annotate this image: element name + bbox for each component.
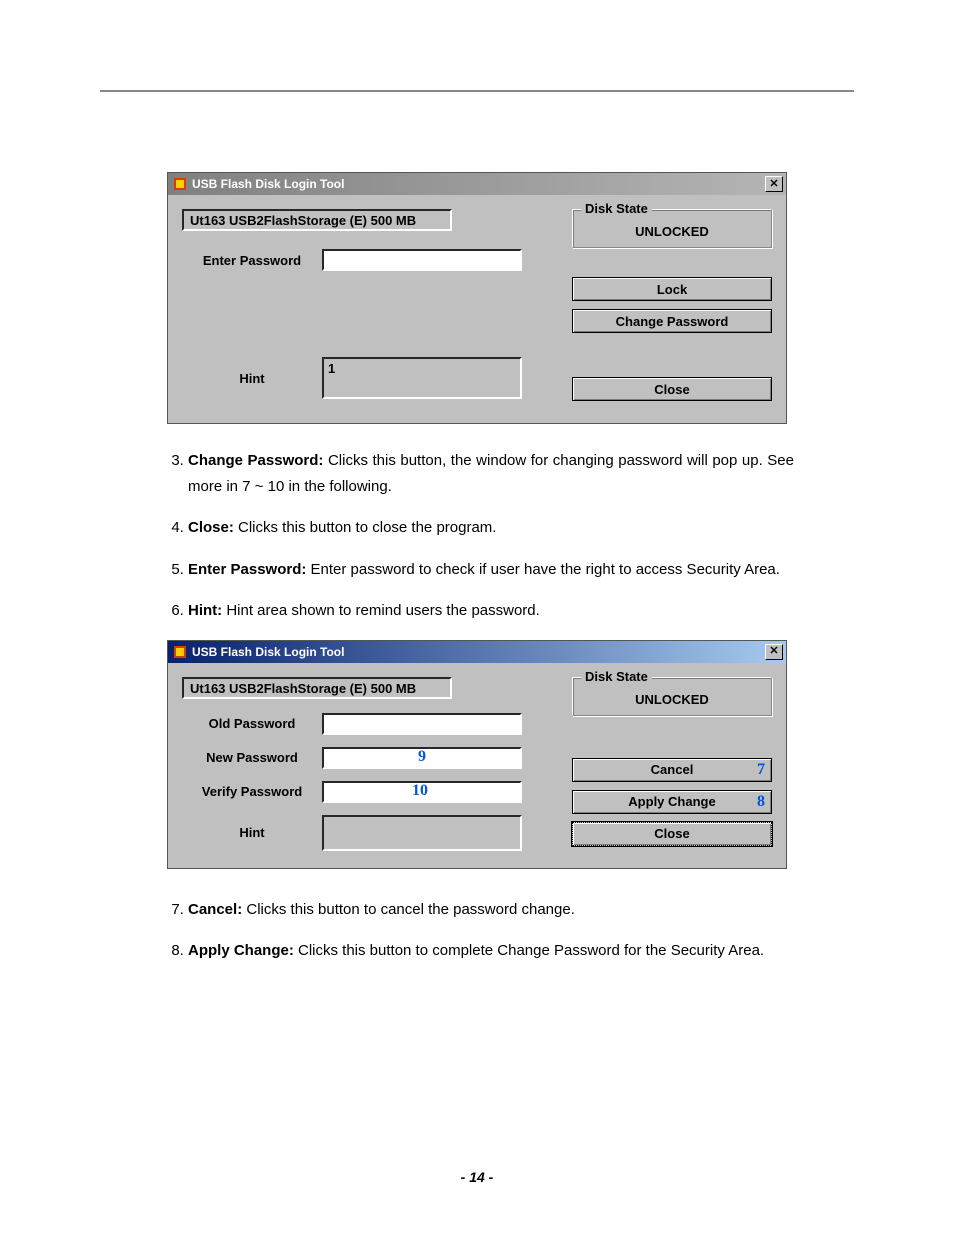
- list-item: Close: Clicks this button to close the p…: [188, 515, 794, 541]
- hint-label: Hint: [182, 371, 322, 386]
- annotation-8: 8: [757, 793, 765, 811]
- close-button[interactable]: Close: [572, 377, 772, 401]
- old-password-input[interactable]: [322, 713, 522, 735]
- item-label: Enter Password:: [188, 561, 306, 578]
- item-label: Change Password:: [188, 452, 323, 469]
- enter-password-input[interactable]: [322, 249, 522, 271]
- item-text: Clicks this button to cancel the passwor…: [242, 901, 575, 918]
- list-item: Hint: Hint area shown to remind users th…: [188, 598, 794, 624]
- app-icon: [172, 644, 188, 660]
- item-text: Hint area shown to remind users the pass…: [222, 602, 540, 619]
- hint-box: 1: [322, 357, 522, 399]
- list-item: Enter Password: Enter password to check …: [188, 557, 794, 583]
- instruction-list-2: Cancel: Clicks this button to cancel the…: [160, 897, 794, 964]
- apply-change-button[interactable]: Apply Change 8: [572, 790, 772, 814]
- list-item: Change Password: Clicks this button, the…: [188, 448, 794, 499]
- item-label: Close:: [188, 519, 234, 536]
- annotation-7: 7: [757, 761, 765, 779]
- app-icon: [172, 176, 188, 192]
- device-readout: Ut163 USB2FlashStorage (E) 500 MB: [182, 677, 452, 699]
- disk-state-legend: Disk State: [581, 201, 652, 216]
- enter-password-label: Enter Password: [182, 253, 322, 268]
- item-text: Clicks this button to complete Change Pa…: [294, 942, 764, 959]
- annotation-10: 10: [412, 782, 428, 800]
- cancel-button[interactable]: Cancel 7: [572, 758, 772, 782]
- item-label: Hint:: [188, 602, 222, 619]
- disk-state-group: Disk State UNLOCKED: [572, 209, 772, 248]
- lock-button[interactable]: Lock: [572, 277, 772, 301]
- item-text: Enter password to check if user have the…: [306, 561, 780, 578]
- close-icon[interactable]: ✕: [765, 176, 783, 192]
- disk-state-group: Disk State UNLOCKED: [572, 677, 772, 716]
- item-label: Apply Change:: [188, 942, 294, 959]
- item-label: Cancel:: [188, 901, 242, 918]
- page-top-rule: [100, 90, 854, 92]
- button-label: Apply Change: [628, 794, 715, 809]
- close-button[interactable]: Close: [572, 822, 772, 846]
- disk-state-value: UNLOCKED: [583, 224, 761, 239]
- titlebar[interactable]: USB Flash Disk Login Tool ✕: [168, 641, 786, 663]
- hint-box: [322, 815, 522, 851]
- button-label: Cancel: [651, 762, 694, 777]
- hint-label: Hint: [182, 825, 322, 840]
- window-title: USB Flash Disk Login Tool: [192, 645, 765, 659]
- verify-password-label: Verify Password: [182, 784, 322, 799]
- disk-state-value: UNLOCKED: [583, 692, 761, 707]
- titlebar[interactable]: USB Flash Disk Login Tool ✕: [168, 173, 786, 195]
- change-password-button[interactable]: Change Password: [572, 309, 772, 333]
- item-text: Clicks this button to close the program.: [234, 519, 497, 536]
- disk-state-legend: Disk State: [581, 669, 652, 684]
- new-password-label: New Password: [182, 750, 322, 765]
- old-password-label: Old Password: [182, 716, 322, 731]
- list-item: Cancel: Clicks this button to cancel the…: [188, 897, 794, 923]
- list-item: Apply Change: Clicks this button to comp…: [188, 938, 794, 964]
- page-number: - 14 -: [0, 1169, 954, 1185]
- login-tool-dialog-1: USB Flash Disk Login Tool ✕ Ut163 USB2Fl…: [167, 172, 787, 424]
- close-icon[interactable]: ✕: [765, 644, 783, 660]
- device-readout: Ut163 USB2FlashStorage (E) 500 MB: [182, 209, 452, 231]
- window-title: USB Flash Disk Login Tool: [192, 177, 765, 191]
- instruction-list-1: Change Password: Clicks this button, the…: [160, 448, 794, 624]
- login-tool-dialog-2: USB Flash Disk Login Tool ✕ Ut163 USB2Fl…: [167, 640, 787, 869]
- annotation-9: 9: [418, 748, 426, 766]
